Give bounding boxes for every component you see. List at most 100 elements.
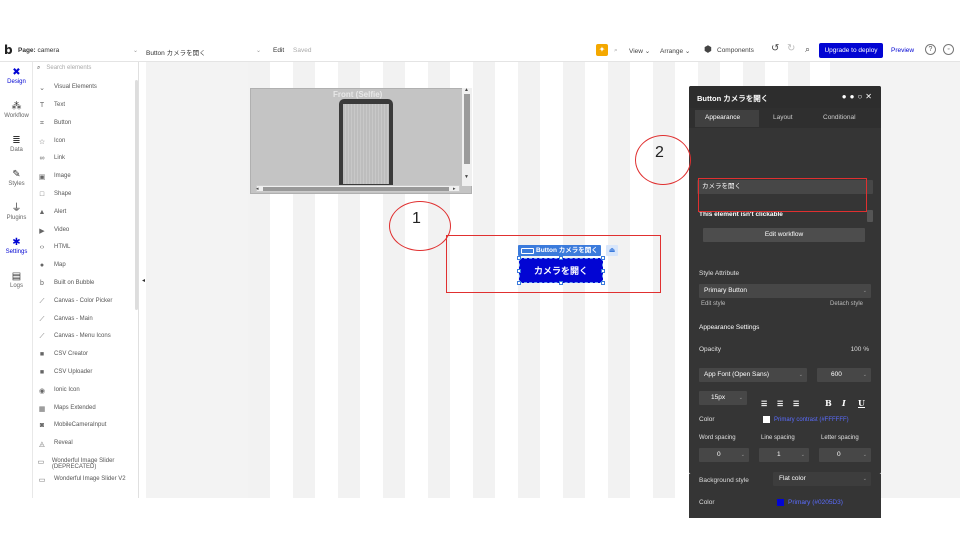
- style-attribute-label: Style Attribute: [699, 270, 740, 277]
- info-icon[interactable]: ●: [842, 92, 850, 101]
- italic-icon[interactable]: I: [842, 398, 846, 408]
- arrange-menu[interactable]: Arrange ⌄: [660, 47, 690, 55]
- element-item[interactable]: ◙ MobileCameraInput: [37, 422, 137, 429]
- align-left-icon[interactable]: ☰: [761, 399, 767, 408]
- gear-icon: ✱: [12, 237, 21, 248]
- scroll-up-icon[interactable]: ▲: [464, 87, 469, 93]
- background-style-dropdown[interactable]: Flat color ⌄: [773, 472, 871, 486]
- element-type-icon: ▭: [37, 459, 45, 466]
- scroll-right-icon[interactable]: ▸: [453, 186, 456, 192]
- left-nav-rail: ✖ Design ⁂ Workflow ≣ Data ✎ Styles ⏚ Pl…: [0, 62, 33, 498]
- element-item[interactable]: ▭ Wonderful Image Slider (DEPRECATED): [37, 458, 137, 470]
- tab-appearance[interactable]: Appearance: [705, 114, 740, 121]
- chevron-down-icon: ⌄: [862, 452, 867, 458]
- bold-icon[interactable]: B: [825, 398, 832, 408]
- element-item[interactable]: ▭ Wonderful Image Slider V2: [37, 476, 137, 484]
- element-item[interactable]: ◉ Ionic Icon: [37, 387, 137, 395]
- underline-icon[interactable]: U: [858, 398, 865, 408]
- group-horizontal-scrollbar[interactable]: ◂ ▸: [256, 185, 460, 192]
- search-icon[interactable]: ⌕: [805, 44, 810, 55]
- align-right-icon[interactable]: ☰: [793, 399, 799, 408]
- opacity-value[interactable]: 100 %: [851, 346, 869, 353]
- undo-icon[interactable]: ↺: [771, 43, 779, 54]
- close-icon[interactable]: ✕: [865, 92, 875, 101]
- element-item[interactable]: ▶ Video: [37, 227, 137, 235]
- search-input[interactable]: Search elements: [46, 65, 91, 71]
- property-editor-header[interactable]: Button カメラを開く ●●○✕: [689, 86, 881, 108]
- edit-mode-label[interactable]: Edit: [273, 47, 284, 54]
- element-item[interactable]: ▲ Alert: [37, 209, 137, 216]
- line-spacing-input[interactable]: 1 ⌄: [759, 448, 809, 462]
- account-icon[interactable]: ◦: [943, 44, 954, 55]
- chevron-down-icon[interactable]: ⌄: [133, 47, 138, 54]
- scroll-thumb[interactable]: [464, 94, 470, 164]
- property-editor: Button カメラを開く ●●○✕ Appearance Layout Con…: [689, 86, 881, 474]
- element-item[interactable]: ▦ Maps Extended: [37, 405, 137, 413]
- align-center-icon[interactable]: ☰: [777, 399, 783, 408]
- group-vertical-scrollbar[interactable]: ▲ ▼: [462, 87, 472, 186]
- page-selector[interactable]: Page: camera: [18, 47, 59, 54]
- scroll-left-icon[interactable]: ◂: [256, 186, 259, 192]
- tab-conditional[interactable]: Conditional: [823, 114, 856, 121]
- detach-style-link[interactable]: Detach style: [830, 301, 863, 307]
- element-item[interactable]: ⌗ Button: [37, 120, 137, 128]
- element-item[interactable]: ☆ Icon: [37, 138, 137, 146]
- word-spacing-input[interactable]: 0 ⌄: [699, 448, 749, 462]
- element-item[interactable]: ∞ Link: [37, 155, 137, 162]
- property-editor-scrollbar[interactable]: [867, 210, 873, 222]
- background-color-value: Primary (#0205D3): [788, 499, 843, 507]
- element-item-label: MobileCameraInput: [54, 422, 107, 429]
- element-item[interactable]: ■ CSV Uploader: [37, 369, 137, 376]
- bubble-logo-icon[interactable]: b: [4, 43, 13, 57]
- edit-style-link[interactable]: Edit style: [701, 301, 725, 307]
- font-size-dropdown[interactable]: 15px ⌄: [699, 391, 747, 405]
- rail-item-settings[interactable]: ✱ Settings: [0, 237, 33, 255]
- preview-button[interactable]: Preview: [891, 47, 914, 54]
- rail-item-logs[interactable]: ▤ Logs: [0, 271, 33, 289]
- view-menu[interactable]: View ⌄: [629, 47, 650, 55]
- elements-scrollbar[interactable]: [135, 80, 138, 310]
- element-item[interactable]: ● Map: [37, 262, 137, 269]
- letter-spacing-input[interactable]: 0 ⌄: [819, 448, 871, 462]
- element-item[interactable]: □ Shape: [37, 191, 137, 198]
- rail-item-workflow[interactable]: ⁂ Workflow: [0, 101, 33, 119]
- element-item[interactable]: ⟋ Canvas - Color Picker: [37, 298, 137, 306]
- element-item[interactable]: ◬ Reveal: [37, 440, 137, 448]
- help-icon[interactable]: ?: [925, 44, 936, 55]
- element-item[interactable]: ⟋ Canvas - Main: [37, 316, 137, 324]
- components-button[interactable]: Components: [717, 47, 754, 54]
- scroll-down-icon[interactable]: ▼: [464, 174, 469, 180]
- lightbulb-icon[interactable]: ✦: [596, 44, 608, 56]
- tab-layout[interactable]: Layout: [773, 114, 793, 121]
- camera-group[interactable]: Front (Selfie): [250, 88, 472, 194]
- element-item[interactable]: ⟋ Canvas - Menu Icons: [37, 333, 137, 341]
- style-dropdown[interactable]: Primary Button ⌄: [699, 284, 871, 298]
- collapse-panel-icon[interactable]: ◂: [142, 277, 145, 284]
- chevron-down-icon[interactable]: ⌄: [256, 47, 261, 54]
- font-weight-dropdown[interactable]: 600 ⌄: [817, 368, 871, 382]
- chevron-down-icon: ⌄: [862, 476, 867, 482]
- element-search[interactable]: ⌕ Search elements: [37, 65, 91, 72]
- element-item[interactable]: T Text: [37, 102, 137, 109]
- element-item[interactable]: b Built on Bubble: [37, 280, 137, 287]
- element-item[interactable]: ■ CSV Creator: [37, 351, 137, 358]
- upgrade-button[interactable]: Upgrade to deploy: [819, 43, 883, 58]
- font-color-picker[interactable]: Primary contrast (#FFFFFF): [763, 416, 849, 423]
- section-visual-elements[interactable]: ⌄ Visual Elements: [37, 84, 137, 92]
- element-selector[interactable]: Button カメラを開く: [146, 47, 206, 57]
- background-color-picker[interactable]: Primary (#0205D3): [777, 499, 843, 506]
- font-dropdown[interactable]: App Font (Open Sans) ⌄: [699, 368, 807, 382]
- rail-item-plugins[interactable]: ⏚ Plugins: [0, 203, 33, 221]
- search-icon[interactable]: ⌕: [614, 47, 618, 55]
- rail-item-design[interactable]: ✖ Design: [0, 67, 33, 85]
- section-label: Visual Elements: [54, 84, 97, 90]
- scroll-thumb[interactable]: [263, 187, 449, 191]
- rail-item-data[interactable]: ≣ Data: [0, 135, 33, 153]
- page-label: Page:: [18, 47, 36, 54]
- element-item[interactable]: ‹› HTML: [37, 244, 137, 251]
- rail-item-styles[interactable]: ✎ Styles: [0, 169, 33, 187]
- edit-workflow-button[interactable]: Edit workflow: [703, 228, 865, 242]
- rail-label: Styles: [8, 181, 25, 187]
- element-item[interactable]: ▣ Image: [37, 173, 137, 181]
- redo-icon[interactable]: ↻: [787, 43, 795, 54]
